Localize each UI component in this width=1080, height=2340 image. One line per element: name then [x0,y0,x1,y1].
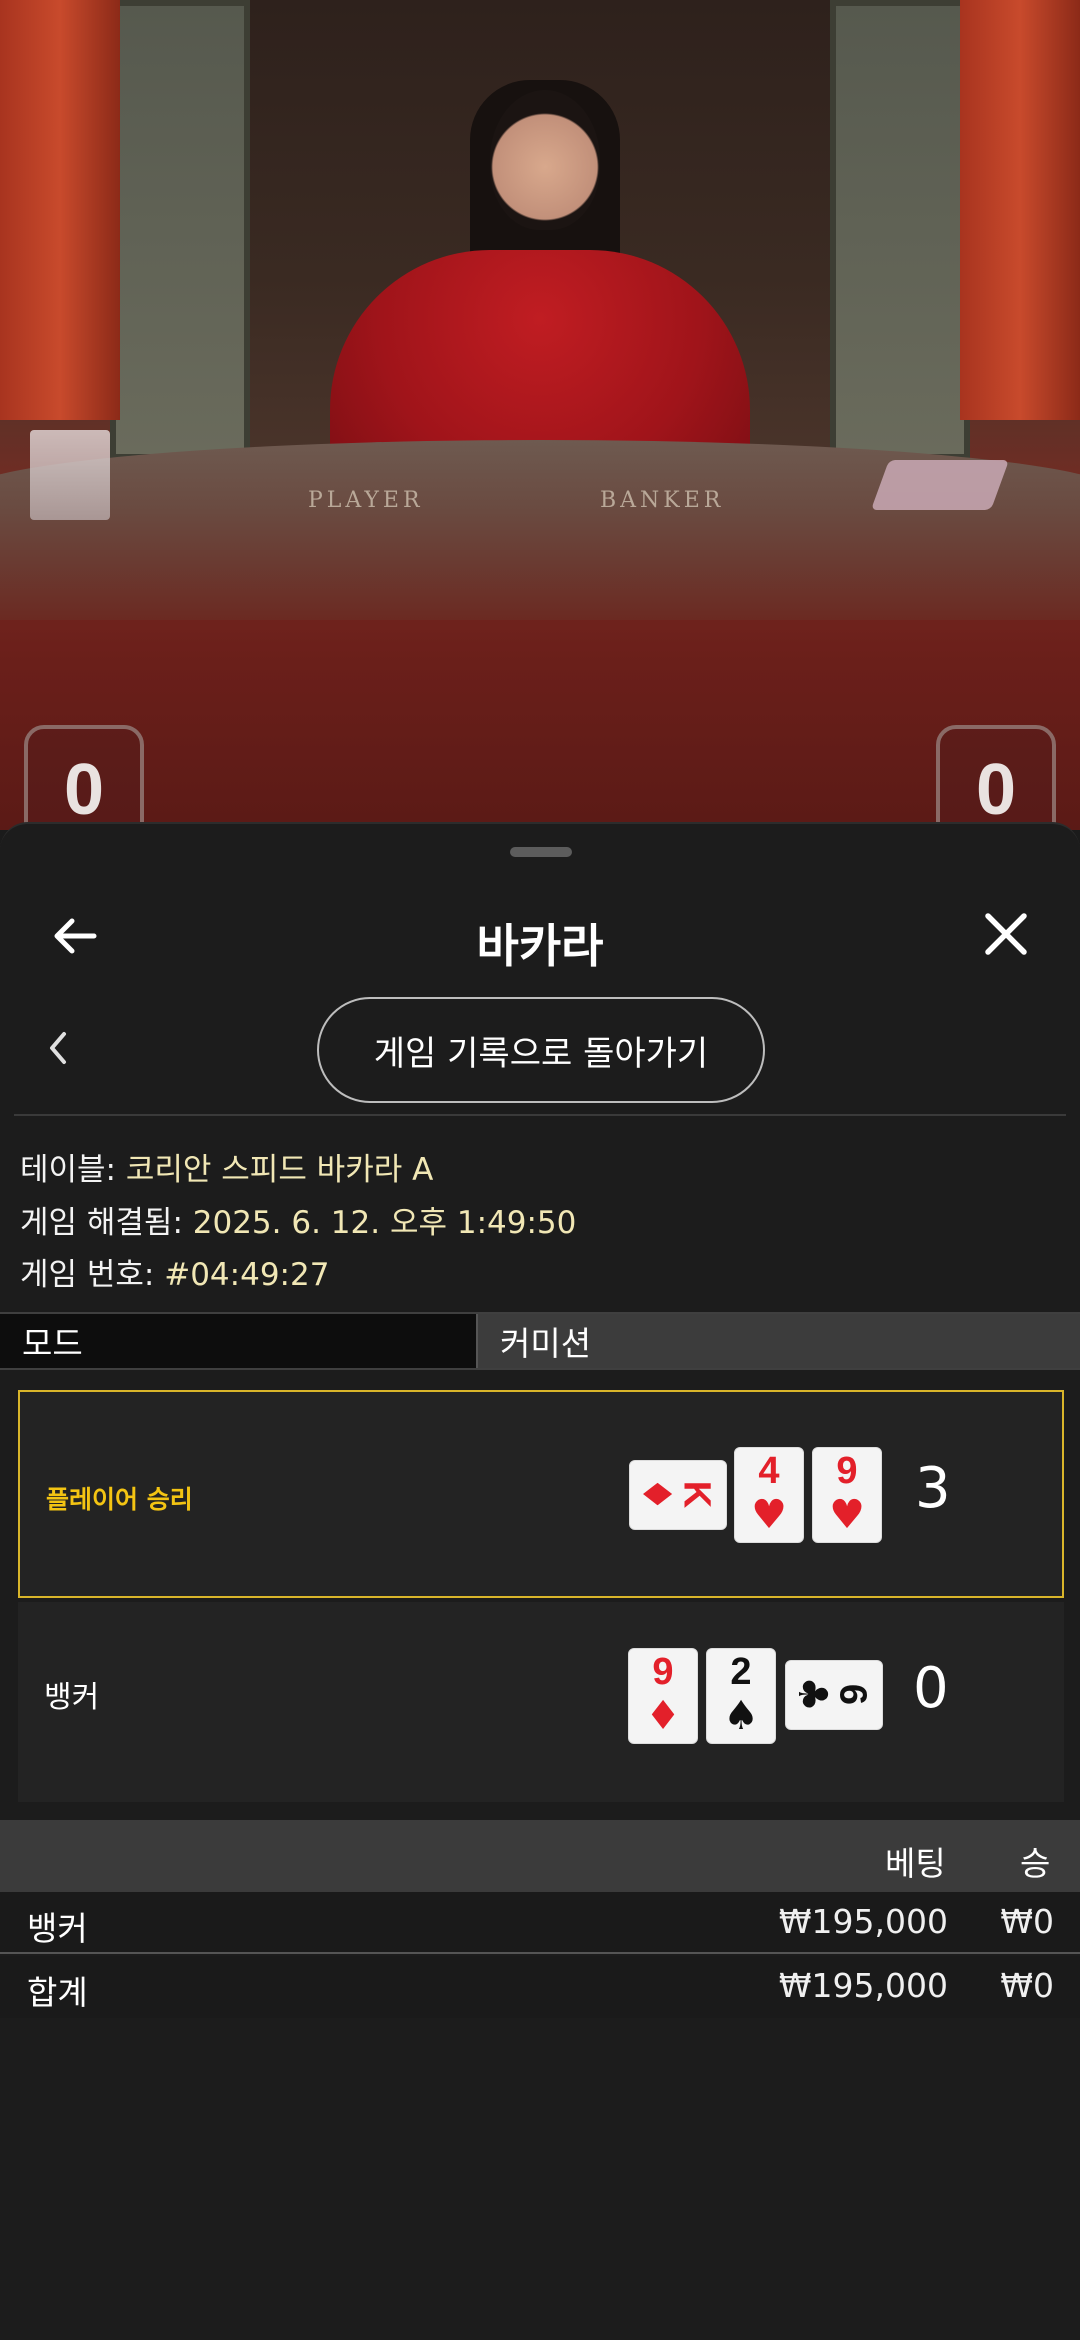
spade-icon: ♠ [723,1693,759,1739]
sheet-grabber[interactable] [510,847,572,857]
card-rank: 4 [758,1450,780,1492]
card-rank: K [675,1480,718,1509]
banker-result-label: 뱅커 [44,1680,100,1715]
playing-card: 4 ♥ [734,1447,804,1543]
playing-card: 9 ♥ [812,1447,882,1543]
card-rank: 2 [730,1651,752,1693]
win-amount: ₩0 [1000,1902,1054,1941]
diamond-icon: ♦ [633,1476,679,1512]
backdrop-panel [110,0,250,460]
bets-table-header: 베팅 승 [0,1820,1080,1892]
table-row-total: 합계 ₩195,000 ₩0 [0,1956,1080,2018]
game-number-info: 게임 번호: #04:49:27 [20,1249,329,1294]
backdrop-curtain [0,0,120,420]
table-label-player: PLAYER [308,488,424,513]
playing-card: 9 ♦ [628,1648,698,1744]
table-info-label: 테이블: [20,1152,126,1188]
card-rank: 9 [652,1651,674,1693]
table-info: 테이블: 코리안 스피드 바카라 A [20,1144,433,1189]
card-rank: 6 [831,1683,874,1706]
banker-result-row: 뱅커 9 ♦ 2 ♠ 6 ♣ 0 [18,1602,1064,1802]
playing-card: 6 ♣ [785,1660,883,1730]
banker-hand-score: 0 [913,1656,949,1721]
player-hand-score: 3 [915,1456,951,1521]
close-icon[interactable] [980,908,1032,960]
card-rank: 9 [836,1450,858,1492]
chevron-left-icon[interactable] [44,1028,72,1068]
total-bet-amount: ₩195,000 [778,1966,948,2005]
playing-card: K ♦ [629,1460,727,1530]
heart-icon: ♥ [751,1492,787,1538]
game-number-value: #04:49:27 [164,1257,330,1293]
playing-card: 2 ♠ [706,1648,776,1744]
player-result-label: 플레이어 승리 [46,1485,193,1514]
back-to-history-button[interactable]: 게임 기록으로 돌아가기 [317,997,765,1103]
page-title: 바카라 [476,919,604,973]
club-icon: ♣ [789,1676,835,1712]
resolved-info-label: 게임 해결됨: [20,1205,193,1241]
total-win-amount: ₩0 [1000,1966,1054,2005]
resolved-info: 게임 해결됨: 2025. 6. 12. 오후 1:49:50 [20,1197,576,1242]
bet-column-header: 베팅 [885,1844,946,1883]
diamond-icon: ♦ [645,1693,681,1739]
sheet-header: 바카라 [0,864,1080,1004]
heart-icon: ♥ [829,1492,865,1538]
tab-commission[interactable]: 커미션 [478,1314,1080,1368]
divider [14,1114,1066,1116]
tab-bar: 모드 커미션 [0,1312,1080,1370]
player-result-row: 플레이어 승리 K ♦ 4 ♥ 9 ♥ 3 [18,1390,1064,1598]
table-info-value: 코리안 스피드 바카라 A [125,1152,434,1188]
game-detail-sheet: 바카라 게임 기록으로 돌아가기 테이블: 코리안 스피드 바카라 A 게임 해… [0,822,1080,2340]
dealer-face [490,90,600,230]
total-label: 합계 [27,1973,88,2012]
table-label-banker: BANKER [600,488,725,513]
game-number-label: 게임 번호: [20,1257,165,1293]
resolved-info-value: 2025. 6. 12. 오후 1:49:50 [192,1205,577,1241]
backdrop-panel [830,0,970,460]
discard-tray [30,430,110,520]
backdrop-curtain [960,0,1080,420]
bet-amount: ₩195,000 [778,1902,948,1941]
card-shoe [870,460,1010,510]
win-column-header: 승 [1020,1844,1051,1883]
table-row: 뱅커 ₩195,000 ₩0 [0,1892,1080,1954]
bet-name: 뱅커 [27,1909,88,1948]
live-video: PLAYER BANKER [0,0,1080,830]
tab-mode[interactable]: 모드 [0,1314,478,1368]
